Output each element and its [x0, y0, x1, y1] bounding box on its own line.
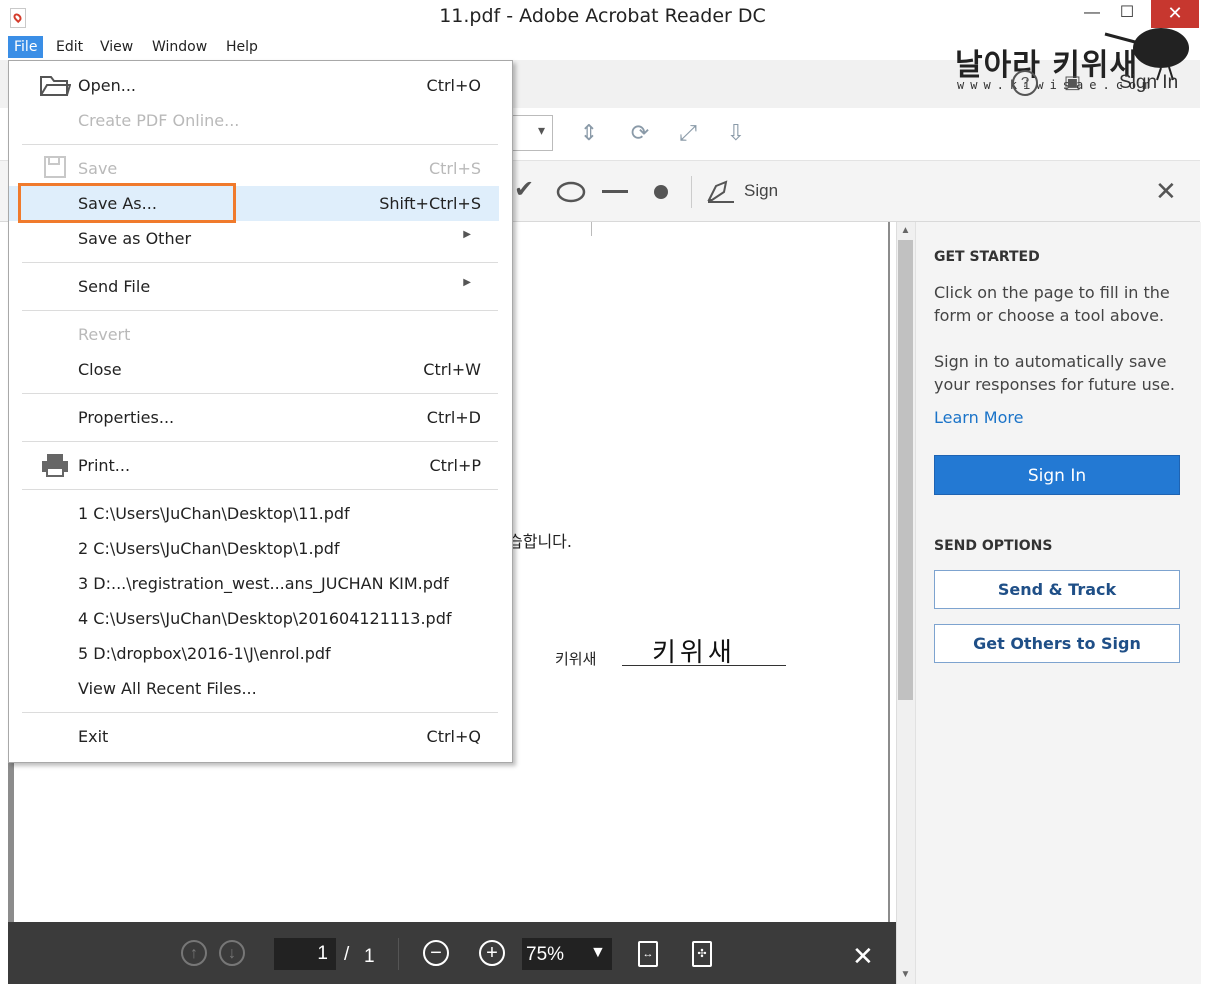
zoom-dropdown-icon[interactable]: ▼	[590, 944, 606, 962]
ellipse-tool-icon[interactable]	[556, 181, 586, 203]
rotate-page-icon[interactable]: ⟳	[626, 118, 654, 148]
menu-file[interactable]: File	[8, 36, 44, 58]
handwritten-signature[interactable]: 키위새	[652, 632, 736, 669]
next-page-icon[interactable]: ↓	[219, 940, 245, 966]
notification-icon[interactable]: ▣	[1064, 72, 1081, 93]
recent-file-1[interactable]: 1 C:\Users\JuChan\Desktop\11.pdf	[9, 496, 499, 531]
checkmark-icon[interactable]: ✔	[514, 175, 534, 204]
zoom-in-icon[interactable]: +	[479, 940, 505, 966]
menu-separator	[22, 144, 498, 145]
send-options-heading: SEND OPTIONS	[934, 538, 1053, 554]
submenu-arrow-icon: ▶	[463, 277, 471, 288]
recent-file-4[interactable]: 4 C:\Users\JuChan\Desktop\201604121113.p…	[9, 601, 499, 636]
menu-separator	[22, 262, 498, 263]
recent-file-3[interactable]: 3 D:...\registration_west...ans_JUCHAN K…	[9, 566, 499, 601]
menu-send-file[interactable]: Send File ▶	[9, 269, 499, 304]
sign-pen-icon[interactable]	[706, 178, 736, 204]
page-separator: /	[344, 944, 350, 965]
menu-separator	[22, 489, 498, 490]
dot-tool-icon[interactable]	[654, 185, 668, 199]
signature-label: 키위새	[555, 650, 597, 668]
menu-window[interactable]: Window	[146, 36, 213, 58]
get-started-heading: GET STARTED	[934, 249, 1040, 265]
sign-in-button[interactable]: Sign In	[934, 455, 1180, 495]
document-text: 습합니다.	[508, 532, 572, 551]
get-others-to-sign-button[interactable]: Get Others to Sign	[934, 624, 1180, 663]
menu-open[interactable]: Open... Ctrl+O	[9, 68, 499, 103]
recent-file-5[interactable]: 5 D:\dropbox\2016-1\J\enrol.pdf	[9, 636, 499, 671]
line-tool-icon[interactable]	[602, 190, 628, 193]
menu-print[interactable]: Print... Ctrl+P	[9, 448, 499, 483]
toolbar-dropdown[interactable]	[512, 115, 553, 151]
toolbar-divider	[691, 176, 692, 208]
menu-revert: Revert	[78, 325, 131, 344]
full-screen-icon[interactable]: ⤢	[674, 118, 702, 148]
learn-more-link[interactable]: Learn More	[934, 408, 1023, 427]
menu-separator	[22, 310, 498, 311]
window-title: 11.pdf - Adobe Acrobat Reader DC	[439, 5, 766, 27]
scroll-down-icon[interactable]: ▼	[898, 966, 913, 984]
menu-separator	[22, 393, 498, 394]
read-mode-icon[interactable]: ⇩	[722, 118, 750, 148]
fit-width-icon[interactable]: ↔	[638, 941, 658, 967]
sign-in-hint-text: Sign in to automatically save your respo…	[934, 352, 1175, 394]
zoom-out-icon[interactable]: −	[423, 940, 449, 966]
menu-view[interactable]: View	[94, 36, 139, 58]
menu-view-all-recent[interactable]: View All Recent Files...	[9, 671, 499, 706]
menu-save-as-other[interactable]: Save as Other ▶	[9, 221, 499, 256]
signature-line	[622, 665, 786, 666]
menu-properties[interactable]: Properties... Ctrl+D	[9, 400, 499, 435]
page-number-input[interactable]: 1	[274, 938, 336, 970]
menu-create-pdf-online: Create PDF Online...	[78, 111, 240, 130]
page-total: 1	[364, 946, 375, 967]
menu-close[interactable]: Close Ctrl+W	[9, 352, 499, 387]
recent-file-2[interactable]: 2 C:\Users\JuChan\Desktop\1.pdf	[9, 531, 499, 566]
get-started-text: Click on the page to fill in the form or…	[934, 283, 1170, 325]
close-fill-toolbar-icon[interactable]: ✕	[1155, 176, 1177, 207]
submenu-arrow-icon: ▶	[463, 229, 471, 240]
fit-page-icon[interactable]: ⇕	[575, 118, 603, 148]
close-bar-icon[interactable]: ✕	[852, 941, 874, 972]
menu-help[interactable]: Help	[220, 36, 264, 58]
send-track-button[interactable]: Send & Track	[934, 570, 1180, 609]
save-as-highlight-box	[18, 183, 236, 223]
menu-separator	[22, 441, 498, 442]
header-sign-in[interactable]: Sign In	[1119, 72, 1178, 94]
scrollbar-thumb[interactable]	[898, 240, 913, 700]
previous-page-icon[interactable]: ↑	[181, 940, 207, 966]
bar-divider	[398, 938, 399, 970]
help-icon[interactable]: ?	[1012, 70, 1038, 96]
sign-button-label[interactable]: Sign	[744, 181, 778, 201]
scroll-up-icon[interactable]: ▲	[898, 222, 913, 240]
menu-save: Save Ctrl+S	[78, 159, 481, 178]
page-navigation-bar	[8, 922, 896, 984]
page-mark	[591, 222, 592, 236]
fit-page-bottom-icon[interactable]: ✣	[692, 941, 712, 967]
menu-edit[interactable]: Edit	[50, 36, 89, 58]
menu-separator	[22, 712, 498, 713]
menu-exit[interactable]: Exit Ctrl+Q	[9, 719, 499, 754]
